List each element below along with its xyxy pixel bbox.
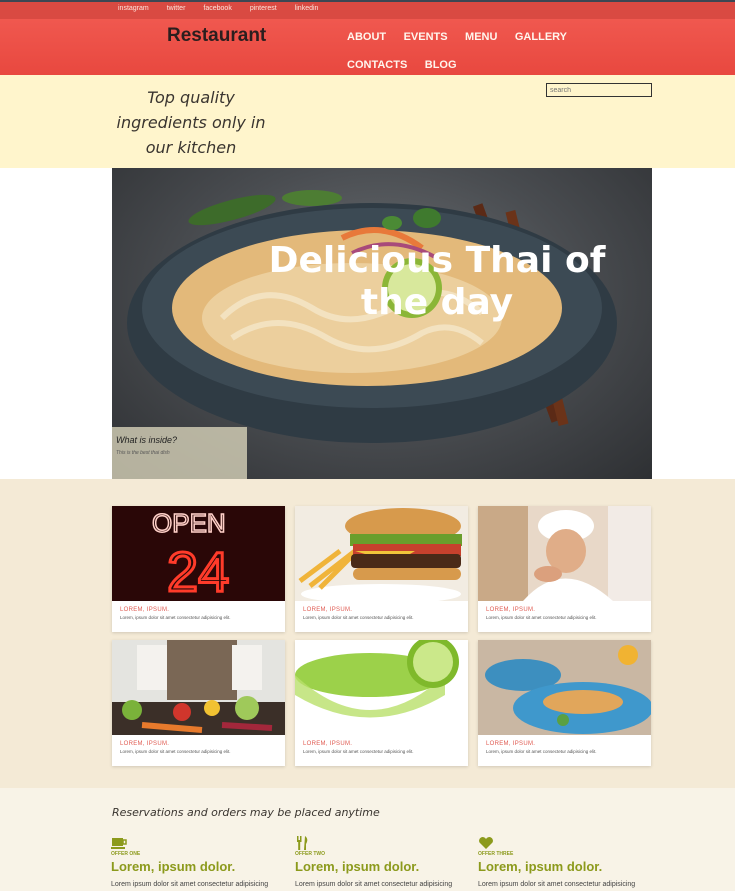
card-text: Lorem, ipsum dolor sit amet consectetur … (486, 749, 597, 754)
open-24-neon-image: OPEN 24 (112, 506, 285, 601)
spring-rolls-image (478, 640, 651, 735)
offer-heading: Lorem, ipsum dolor. (111, 859, 236, 874)
gallery-card[interactable]: LOREM, IPSUM. Lorem, ipsum dolor sit ame… (295, 506, 468, 632)
gallery-card[interactable]: LOREM, IPSUM. Lorem, ipsum dolor sit ame… (112, 640, 285, 766)
card-text: Lorem, ipsum dolor sit amet consectetur … (486, 615, 597, 620)
svg-text:OPEN: OPEN (152, 508, 226, 538)
gallery-section: OPEN 24 LOREM, IPSUM. Lorem, ipsum dolor… (0, 479, 735, 788)
offers-section: Reservations and orders may be placed an… (0, 788, 735, 891)
brand-logo[interactable]: Restaurant (167, 25, 266, 47)
site-header: Restaurant ABOUT EVENTS MENU GALLERY CON… (0, 19, 735, 75)
search-input[interactable] (546, 83, 652, 97)
offer-heading: Lorem, ipsum dolor. (478, 859, 603, 874)
card-title: LOREM, IPSUM. (486, 741, 536, 747)
hero-title: Delicious Thai of the day (268, 240, 606, 323)
heart-icon (478, 836, 494, 850)
card-title: LOREM, IPSUM. (303, 607, 353, 613)
card-text: Lorem, ipsum dolor sit amet consectetur … (303, 615, 414, 620)
offer-one: OFFER ONE Lorem, ipsum dolor. Lorem ipsu… (111, 836, 286, 888)
card-title: LOREM, IPSUM. (120, 607, 170, 613)
offer-three: OFFER THREE Lorem, ipsum dolor. Lorem ip… (478, 836, 653, 888)
offer-kicker: OFFER TWO (295, 851, 325, 857)
offer-body: Lorem ipsum dolor sit amet consectetur a… (478, 881, 636, 888)
coffee-cup-icon (111, 836, 127, 850)
card-title: LOREM, IPSUM. (486, 607, 536, 613)
offers-intro: Reservations and orders may be placed an… (112, 806, 380, 819)
cook-vegetables-image (112, 640, 285, 735)
card-title: LOREM, IPSUM. (303, 741, 353, 747)
tagline-band: Top quality ingredients only in our kitc… (0, 75, 735, 168)
tagline: Top quality ingredients only in our kitc… (116, 88, 266, 157)
fork-knife-icon (295, 836, 311, 850)
nav-item-events[interactable]: EVENTS (404, 31, 448, 44)
hero-banner: Delicious Thai of the day What is inside… (112, 168, 652, 479)
hero-caption: What is inside? This is the best thai di… (112, 427, 247, 479)
svg-text:24: 24 (167, 540, 229, 601)
gallery-card[interactable]: LOREM, IPSUM. Lorem, ipsum dolor sit ame… (478, 640, 651, 766)
card-text: Lorem, ipsum dolor sit amet consectetur … (120, 615, 231, 620)
social-links: instagram twitter facebook pinterest lin… (118, 5, 336, 12)
hero-caption-subtitle: This is the best thai dish (116, 450, 170, 456)
offer-two: OFFER TWO Lorem, ipsum dolor. Lorem ipsu… (295, 836, 470, 888)
nav-item-gallery[interactable]: GALLERY (515, 31, 567, 44)
nav-item-menu[interactable]: MENU (465, 31, 497, 44)
green-drink-image (295, 640, 468, 735)
social-bar: instagram twitter facebook pinterest lin… (0, 0, 735, 19)
gallery-card[interactable]: LOREM, IPSUM. Lorem, ipsum dolor sit ame… (478, 506, 651, 632)
social-link-instagram[interactable]: instagram (118, 5, 149, 12)
card-text: Lorem, ipsum dolor sit amet consectetur … (303, 749, 414, 754)
nav-item-blog[interactable]: BLOG (425, 59, 457, 72)
offer-body: Lorem ipsum dolor sit amet consectetur a… (295, 881, 453, 888)
nav-item-about[interactable]: ABOUT (347, 31, 386, 44)
card-text: Lorem, ipsum dolor sit amet consectetur … (120, 749, 231, 754)
chef-image (478, 506, 651, 601)
social-link-linkedin[interactable]: linkedin (295, 5, 319, 12)
burger-image (295, 506, 468, 601)
social-link-pinterest[interactable]: pinterest (250, 5, 277, 12)
card-title: LOREM, IPSUM. (120, 741, 170, 747)
nav-item-contacts[interactable]: CONTACTS (347, 59, 407, 72)
social-link-twitter[interactable]: twitter (167, 5, 186, 12)
social-link-facebook[interactable]: facebook (203, 5, 231, 12)
offer-heading: Lorem, ipsum dolor. (295, 859, 420, 874)
offer-kicker: OFFER ONE (111, 851, 141, 857)
offer-kicker: OFFER THREE (478, 851, 514, 857)
gallery-card[interactable]: LOREM, IPSUM. Lorem, ipsum dolor sit ame… (295, 640, 468, 766)
gallery-card[interactable]: OPEN 24 LOREM, IPSUM. Lorem, ipsum dolor… (112, 506, 285, 632)
offer-body: Lorem ipsum dolor sit amet consectetur a… (111, 881, 269, 888)
hero-caption-title: What is inside? (116, 435, 178, 445)
